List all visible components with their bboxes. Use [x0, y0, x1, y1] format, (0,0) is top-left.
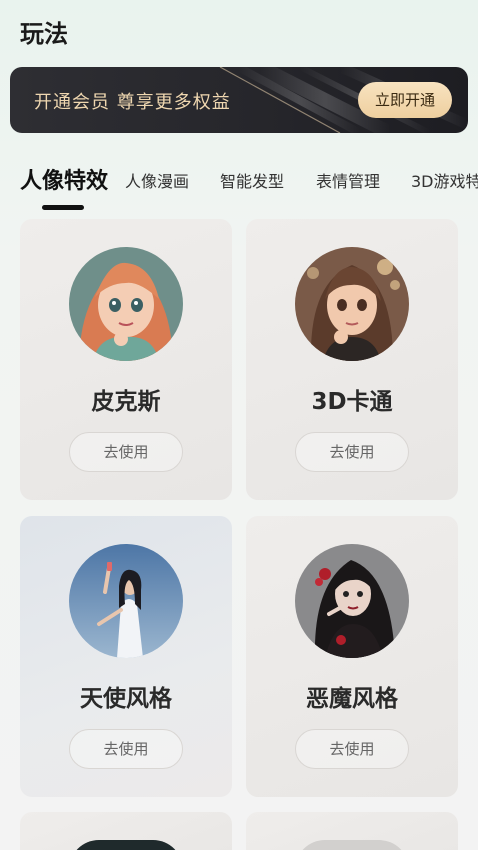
vip-promo-text: 开通会员 尊享更多权益: [34, 92, 231, 113]
active-tab-indicator: [42, 205, 84, 210]
devil-avatar: [295, 544, 409, 658]
tab-expression[interactable]: 表情管理: [316, 168, 380, 192]
tab-portrait-comics[interactable]: 人像漫画: [125, 168, 189, 192]
pixar-avatar: [69, 247, 183, 361]
effect-card-partial[interactable]: [246, 812, 458, 850]
effect-card-pixar[interactable]: 皮克斯 去使用: [20, 219, 232, 500]
effect-card-devil[interactable]: 恶魔风格 去使用: [246, 516, 458, 797]
use-button[interactable]: 去使用: [69, 432, 183, 472]
effect-name: 3D卡通: [311, 389, 393, 415]
category-tabs: 人像特效 人像漫画 智能发型 表情管理 3D游戏特: [0, 160, 478, 220]
effect-name: 皮克斯: [91, 389, 161, 415]
use-button[interactable]: 去使用: [295, 432, 409, 472]
3d-cartoon-avatar: [295, 247, 409, 361]
tab-smart-hairstyle[interactable]: 智能发型: [220, 168, 284, 192]
activate-vip-button[interactable]: 立即开通: [358, 82, 452, 118]
tab-3d-game[interactable]: 3D游戏特: [411, 168, 478, 192]
page-title: 玩法: [20, 20, 68, 48]
use-button[interactable]: 去使用: [295, 729, 409, 769]
use-button[interactable]: 去使用: [69, 729, 183, 769]
effect-name: 天使风格: [80, 686, 172, 712]
tab-portrait-effects[interactable]: 人像特效: [20, 163, 108, 195]
partial-avatar: [69, 840, 183, 850]
effect-card-3d-cartoon[interactable]: 3D卡通 去使用: [246, 219, 458, 500]
effect-card-partial[interactable]: [20, 812, 232, 850]
effect-card-angel[interactable]: 天使风格 去使用: [20, 516, 232, 797]
vip-banner[interactable]: 开通会员 尊享更多权益 立即开通: [10, 67, 468, 133]
effect-name: 恶魔风格: [306, 686, 398, 712]
angel-avatar: [69, 544, 183, 658]
partial-avatar: [295, 840, 409, 850]
